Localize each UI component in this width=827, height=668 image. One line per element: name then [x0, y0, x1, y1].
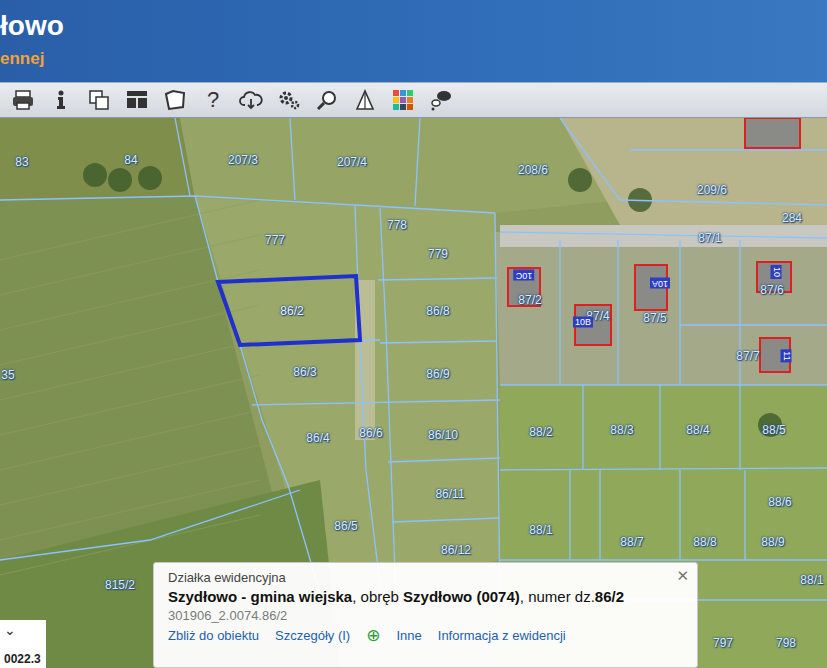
- parcel-label[interactable]: 284: [782, 211, 802, 225]
- parcel-id: 301906_2.0074.86/2: [168, 608, 683, 623]
- parcel-label[interactable]: 86/3: [293, 365, 316, 379]
- parcel-label[interactable]: 88/5: [762, 423, 785, 437]
- parcel-label[interactable]: 88/8: [693, 535, 716, 549]
- building-number: 10B: [573, 317, 593, 328]
- zoom-icon[interactable]: [314, 87, 340, 113]
- parcel-label[interactable]: 778: [387, 218, 407, 232]
- popup-municipality: Szydłowo - gmina wiejska: [168, 588, 352, 605]
- settings-icon[interactable]: [276, 87, 302, 113]
- parcel-label[interactable]: 84: [124, 153, 137, 167]
- app-header: łowo ennej: [0, 0, 827, 82]
- parcel-label[interactable]: 207/4: [337, 155, 367, 169]
- parcel-label[interactable]: 86/9: [426, 367, 449, 381]
- selected-parcel-outline[interactable]: [218, 276, 360, 345]
- popup-action-link[interactable]: Inne: [396, 628, 421, 643]
- popup-action-link[interactable]: Szczegóły (I): [275, 628, 350, 643]
- parcel-label[interactable]: 797: [713, 636, 733, 650]
- app-title: łowo: [0, 10, 827, 42]
- parcel-label[interactable]: 88/9: [761, 535, 784, 549]
- info-icon[interactable]: [48, 87, 74, 113]
- print-icon[interactable]: [10, 87, 36, 113]
- parcel-label[interactable]: 86/10: [428, 428, 458, 442]
- measure-icon[interactable]: [352, 87, 378, 113]
- popup-description: Szydłowo - gmina wiejska, obręb Szydłowo…: [168, 588, 683, 605]
- parcel-label[interactable]: 88/7: [620, 535, 643, 549]
- close-button[interactable]: ✕: [676, 567, 689, 585]
- layout-icon[interactable]: [124, 87, 150, 113]
- parcel-label[interactable]: 815/2: [105, 578, 135, 592]
- parcel-label[interactable]: 88/6: [768, 495, 791, 509]
- parcel-label[interactable]: 87/5: [643, 311, 666, 325]
- parcel-label[interactable]: 88/1: [529, 523, 552, 537]
- parcel-label[interactable]: 86/6: [359, 426, 382, 440]
- toolbar: ?: [0, 82, 827, 118]
- color-grid-icon[interactable]: [390, 87, 416, 113]
- parcel-label[interactable]: 83: [15, 155, 28, 169]
- scale-box: ⌄ 0022.3: [0, 620, 46, 668]
- parcel-label[interactable]: 777: [265, 233, 285, 247]
- parcel-label[interactable]: 86/11: [435, 487, 464, 501]
- parcel-label[interactable]: 87/6: [760, 283, 783, 297]
- chat-icon[interactable]: [428, 87, 454, 113]
- popup-precinct-prefix: , obręb: [352, 588, 403, 605]
- popup-precinct: Szydłowo (0074): [403, 588, 520, 605]
- popup-action-link[interactable]: Informacja z ewidencji: [438, 628, 566, 643]
- parcel-label[interactable]: 798: [776, 636, 796, 650]
- parcel-label[interactable]: 207/3: [228, 153, 258, 167]
- add-icon[interactable]: ⊕: [366, 628, 380, 643]
- help-button[interactable]: ?: [200, 87, 226, 113]
- scale-value: 0022.3: [4, 652, 46, 666]
- parcel-label[interactable]: 88/3: [610, 423, 633, 437]
- parcel-label[interactable]: 86/5: [334, 519, 357, 533]
- parcel-info-popup: Działka ewidencyjna Szydłowo - gmina wiej…: [153, 562, 698, 668]
- scale-toggle[interactable]: ⌄: [4, 622, 46, 638]
- popup-action-link[interactable]: Zbliż do obiektu: [168, 628, 259, 643]
- parcel-label[interactable]: 86/2: [280, 304, 303, 318]
- building-number: 10A: [650, 278, 670, 289]
- parcel-label[interactable]: 88/4: [686, 423, 709, 437]
- copy-icon[interactable]: [86, 87, 112, 113]
- parcel-label[interactable]: 35: [1, 368, 14, 382]
- popup-number: 86/2: [595, 588, 624, 605]
- parcel-label[interactable]: 88/1: [800, 573, 823, 587]
- parcel-label[interactable]: 86/12: [441, 543, 471, 557]
- parcel-label[interactable]: 87/1: [698, 231, 721, 245]
- building-number: 11: [781, 349, 792, 362]
- parcel-label[interactable]: 779: [428, 247, 448, 261]
- parcel-label[interactable]: 86/8: [426, 304, 449, 318]
- parcel-label[interactable]: 87/7: [736, 349, 759, 363]
- building-number: 10C: [514, 270, 535, 281]
- building-number: 10: [771, 265, 782, 279]
- map-view[interactable]: 83 84 207/3 207/4 208/6 209/6 284 86/2 778 777 779…: [0, 118, 827, 668]
- parcel-label[interactable]: 88/2: [529, 425, 552, 439]
- popup-type: Działka ewidencyjna: [168, 570, 683, 585]
- parcel-label[interactable]: 86/4: [306, 431, 329, 445]
- cloud-download-icon[interactable]: [238, 87, 264, 113]
- app-subtitle: ennej: [0, 48, 827, 70]
- parcel-label[interactable]: 209/6: [697, 183, 727, 197]
- parcel-label[interactable]: 87/2: [518, 293, 541, 307]
- popup-actions: Zbliż do obiektu Szczegóły (I) ⊕ Inne Inform…: [168, 628, 683, 643]
- parcel-label[interactable]: 208/6: [518, 163, 548, 177]
- map-shape-icon[interactable]: [162, 87, 188, 113]
- popup-number-prefix: , numer dz.: [520, 588, 595, 605]
